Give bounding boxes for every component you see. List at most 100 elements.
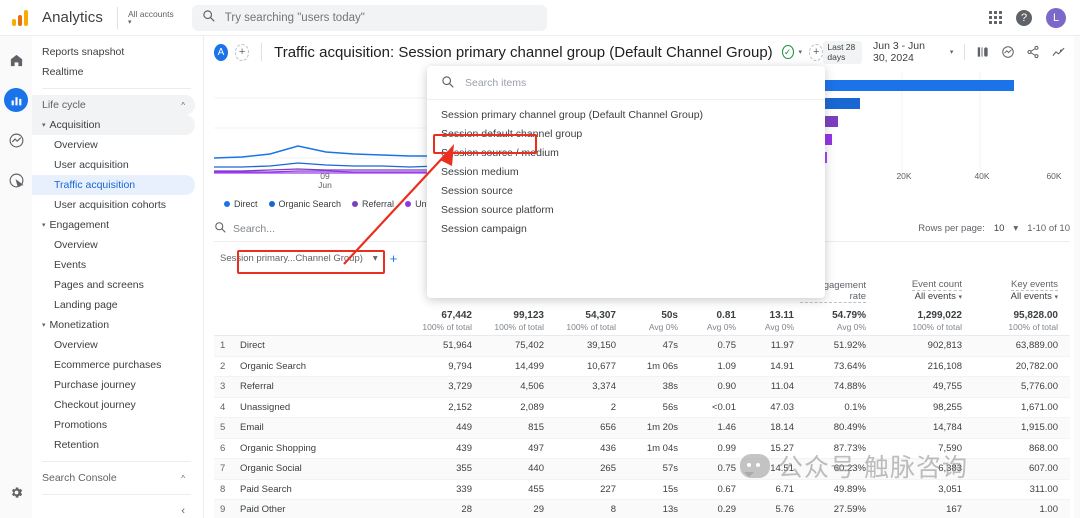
column-engaged-sessions-per-user[interactable] [550,303,622,306]
saved-check-icon[interactable]: ✓ [782,45,794,59]
sidebar-item-events[interactable]: Events [32,255,195,275]
column-metric-6[interactable] [742,303,800,306]
sidebar-item-pages-and-screens[interactable]: Pages and screens [32,275,195,295]
search-input[interactable] [225,12,537,24]
key-events-filter-value[interactable]: All events [1011,291,1052,302]
column-key-events[interactable]: Key events All events ▾ [968,279,1064,306]
total-cell: 54.79% Avg 0% [800,310,872,332]
chevron-down-icon[interactable]: ▾ [1054,294,1058,301]
sidebar-item-reports-snapshot[interactable]: Reports snapshot [32,42,195,62]
row-dimension-value[interactable]: Paid Other [240,504,406,515]
sidebar-group-engagement[interactable]: ▾ Engagement [32,215,195,235]
compare-icon[interactable] [976,45,990,59]
chevron-down-icon: ▾ [128,19,174,27]
table-row[interactable]: 3Referral3,7294,5063,37438s0.9011.0474.8… [214,377,1070,398]
sidebar-section-life-cycle[interactable]: Life cycle ^ [32,95,195,115]
row-dimension-value[interactable]: Paid Search [240,484,406,495]
dropdown-item[interactable]: Session campaign [427,219,825,238]
report-owner-avatar[interactable]: A [214,44,228,61]
column-metric-5[interactable] [684,303,742,306]
column-avg-engagement-time[interactable] [622,303,684,306]
row-dimension-value[interactable]: Email [240,422,406,433]
dimension-picker-dropdown[interactable]: Search items Session primary channel gro… [427,66,825,298]
chevron-down-icon: ▾ [42,321,46,329]
sidebar-item-traffic-acquisition[interactable]: Traffic acquisition [32,175,195,195]
row-dimension-value[interactable]: Direct [240,340,406,351]
sidebar-item-user-acquisition[interactable]: User acquisition [32,155,195,175]
total-sub: 100% of total [406,322,472,332]
dropdown-item[interactable]: Session source [427,181,825,200]
chevron-down-icon[interactable]: ▾ [950,48,954,56]
add-filter-button[interactable]: + [809,44,823,61]
add-comparison-button[interactable]: + [235,44,249,61]
sidebar-item-ecommerce-purchases[interactable]: Ecommerce purchases [32,355,195,375]
legend-item[interactable]: Referral [352,199,394,209]
bar-chart[interactable]: 20K 40K 60K [814,72,1070,212]
row-dimension-value[interactable]: Unassigned [240,402,406,413]
sidebar-item-landing-page[interactable]: Landing page [32,295,195,315]
account-selector[interactable]: All accounts ▾ [128,9,174,27]
row-dimension-value[interactable]: Referral [240,381,406,392]
collapse-sidebar-button[interactable]: ‹ [181,505,185,517]
scrollbar-track[interactable] [1074,36,1080,518]
sidebar-item-checkout-journey[interactable]: Checkout journey [32,395,195,415]
table-row[interactable]: 1Direct51,96475,40239,15047s0.7511.9751.… [214,336,1070,357]
dropdown-item[interactable]: Session default channel group [427,124,825,143]
dropdown-item[interactable]: Session source / medium [427,143,825,162]
table-search[interactable]: Search... [214,221,275,236]
avatar[interactable]: L [1046,8,1066,28]
sidebar-group-monetization[interactable]: ▾ Monetization [32,315,195,335]
chevron-down-icon[interactable]: ▾ [799,48,803,56]
table-row[interactable]: 4Unassigned2,1522,089256s<0.0147.030.1%9… [214,398,1070,419]
reports-icon[interactable] [4,88,28,112]
row-dimension-value[interactable]: Organic Shopping [240,443,406,454]
admin-gear-icon[interactable] [4,480,28,504]
sidebar-item-label: Pages and screens [54,279,144,291]
table-row[interactable]: 9Paid Other2829813s0.295.7627.59%1671.00 [214,500,1070,518]
share-icon[interactable] [1026,45,1040,59]
legend-item[interactable]: Organic Search [269,199,342,209]
sidebar-item-retention[interactable]: Retention [32,435,195,455]
dropdown-item[interactable]: Session medium [427,162,825,181]
home-icon[interactable] [4,48,28,72]
sidebar-item-label: Retention [54,439,99,451]
table-row[interactable]: 2Organic Search9,79414,49910,6771m 06s1.… [214,357,1070,378]
event-count-filter-value[interactable]: All events [915,291,956,302]
column-sessions[interactable] [406,303,478,306]
sidebar-item-engagement-overview[interactable]: Overview [32,235,195,255]
legend-item[interactable]: Direct [224,199,258,209]
sidebar-item-monetization-overview[interactable]: Overview [32,335,195,355]
column-event-count[interactable]: Event count All events ▾ [872,279,968,306]
column-engaged-sessions[interactable] [478,303,550,306]
dimension-selector[interactable]: Session primary...Channel Group) ▾ [214,250,384,267]
trend-icon[interactable] [1051,45,1066,60]
sidebar-section-search-console[interactable]: Search Console ^ [32,468,195,488]
table-row[interactable]: 5Email4498156561m 20s1.4618.1480.49%14,7… [214,418,1070,439]
dropdown-item[interactable]: Session source platform [427,200,825,219]
sidebar-item-user-acquisition-cohorts[interactable]: User acquisition cohorts [32,195,195,215]
date-range-text[interactable]: Jun 3 - Jun 30, 2024 [873,40,934,64]
table-row[interactable]: 8Paid Search33945522715s0.676.7149.89%3,… [214,480,1070,501]
advertising-icon[interactable] [4,168,28,192]
dropdown-item[interactable]: Session primary channel group (Default C… [427,105,825,124]
table-row[interactable]: 6Organic Shopping4394974361m 04s0.9915.2… [214,439,1070,460]
add-dimension-button[interactable]: + [390,251,398,266]
global-search[interactable] [192,5,547,31]
dropdown-search[interactable]: Search items [427,66,825,100]
sidebar-group-acquisition[interactable]: ▾ Acquisition [32,115,195,135]
row-dimension-value[interactable]: Organic Social [240,463,406,474]
insights-icon[interactable] [1001,45,1015,59]
explore-icon[interactable] [4,128,28,152]
help-icon[interactable]: ? [1016,10,1032,26]
table-row[interactable]: 7Organic Social35544026557s0.7514.5160.2… [214,459,1070,480]
sidebar-item-purchase-journey[interactable]: Purchase journey [32,375,195,395]
sidebar-item-realtime[interactable]: Realtime [32,62,195,82]
chevron-down-icon[interactable]: ▾ [958,294,962,301]
sidebar-item-acquisition-overview[interactable]: Overview [32,135,195,155]
total-sub: Avg 0% [742,322,794,332]
row-dimension-value[interactable]: Organic Search [240,361,406,372]
apps-grid-icon[interactable] [989,11,1002,24]
sidebar-item-promotions[interactable]: Promotions [32,415,195,435]
rows-per-page-value[interactable]: 10 [994,223,1005,234]
chevron-down-icon[interactable]: ▾ [1013,223,1018,234]
